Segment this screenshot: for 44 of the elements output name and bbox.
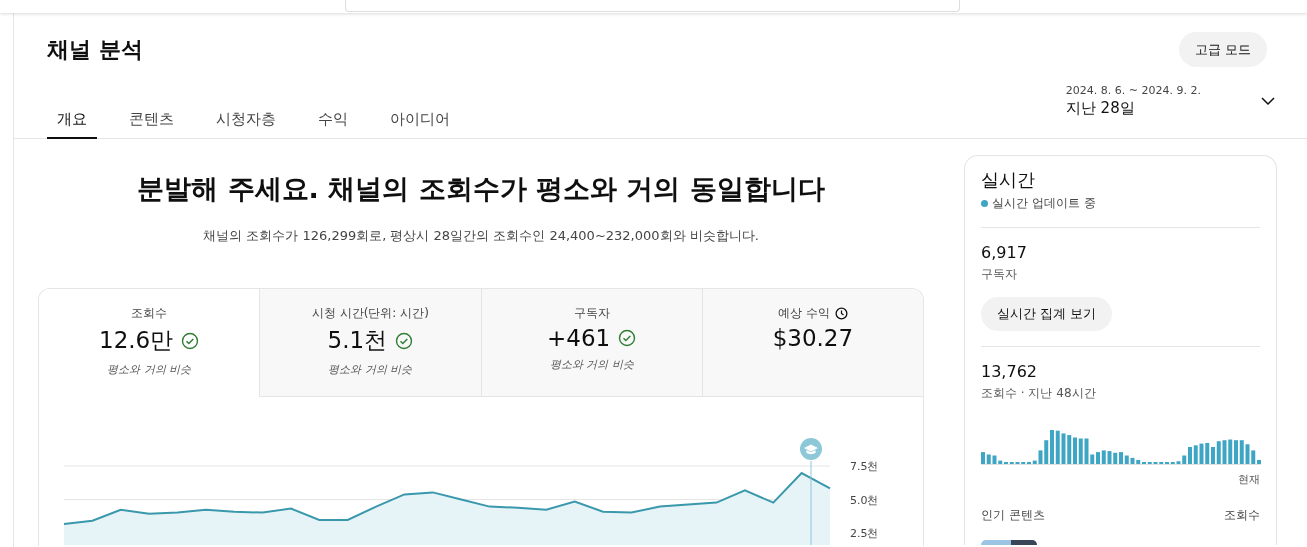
y-axis-label: 7.5천	[850, 460, 879, 473]
check-circle-icon	[618, 329, 637, 347]
top-content-metric: 조회수	[1224, 507, 1260, 524]
metric-value: 5.1천	[327, 326, 388, 355]
metric-label: 조회수	[131, 305, 168, 322]
nav-tab[interactable]: 개요	[47, 101, 97, 139]
nav-tab[interactable]: 콘텐츠	[119, 101, 184, 139]
nav-tab[interactable]: 수익	[308, 101, 358, 139]
headline: 분발해 주세요. 채널의 조회수가 평소와 거의 동일합니다	[136, 172, 826, 206]
subscriber-count: 6,917	[981, 243, 1028, 262]
views-count: 13,762	[981, 362, 1038, 381]
check-circle-icon	[181, 331, 200, 350]
date-range-selector[interactable]: 2024. 8. 6. ~ 2024. 9. 2. 지난 28일	[1065, 84, 1275, 118]
chevron-down-icon	[1261, 96, 1275, 106]
metric-note: 평소와 거의 비슷	[107, 362, 192, 377]
metric-tab[interactable]: 예상 수익 $30.27	[701, 289, 923, 397]
clock-icon	[834, 307, 848, 320]
realtime-count-button[interactable]: 실시간 집계 보기	[981, 297, 1113, 331]
nav-tab[interactable]: 아이디어	[380, 101, 460, 139]
top-content-label: 인기 콘텐츠	[981, 507, 1045, 524]
graduation-cap-icon[interactable]	[800, 438, 822, 460]
metric-label: 예상 수익	[777, 305, 830, 322]
metric-note: 평소와 거의 비슷	[328, 362, 413, 377]
metric-value: +461	[547, 325, 611, 351]
metric-value: 12.6만	[99, 326, 174, 355]
views-label: 조회수 · 지난 48시간	[981, 385, 1097, 402]
live-dot-icon	[981, 200, 988, 207]
metric-tab[interactable]: 구독자 +461 평소와 거의 비슷	[480, 289, 702, 397]
page-title: 채널 분석	[47, 36, 144, 64]
realtime-title: 실시간	[981, 168, 1036, 192]
metric-tab[interactable]: 시청 시간(단위: 시간) 5.1천 평소와 거의 비슷	[259, 289, 481, 397]
subscriber-label: 구독자	[981, 266, 1018, 283]
y-axis-label: 5.0천	[850, 493, 879, 507]
metric-label: 구독자	[573, 305, 610, 322]
now-label: 현재	[1237, 472, 1260, 487]
check-circle-icon	[395, 331, 414, 350]
y-axis-label: 2.5천	[850, 527, 879, 540]
metric-label: 시청 시간(단위: 시간)	[311, 305, 429, 322]
summary-text: 채널의 조회수가 126,299회로, 평상시 28일간의 조회수인 24,400~232,000회와 비슷합니다.	[202, 227, 760, 245]
realtime-status: 실시간 업데이트 중	[992, 195, 1096, 212]
metric-value: $30.27	[772, 325, 854, 351]
nav-tab[interactable]: 시청자층	[206, 101, 286, 139]
advanced-mode-button[interactable]: 고급 모드	[1178, 32, 1267, 67]
metric-note: 평소와 거의 비슷	[549, 357, 634, 372]
